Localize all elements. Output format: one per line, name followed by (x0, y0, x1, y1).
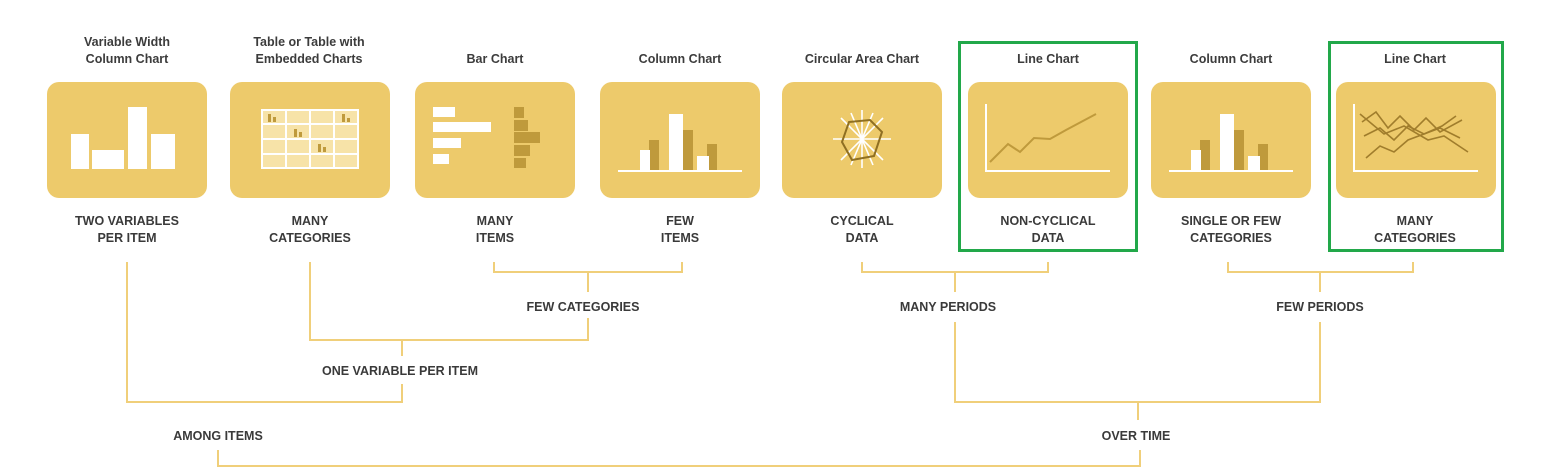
line-chart-icon (985, 104, 1110, 172)
group-label-over-time: OVER TIME (1101, 429, 1171, 443)
column-chart-icon (1169, 114, 1293, 172)
chart-title: Bar Chart (466, 52, 524, 66)
column-chart-tile (600, 82, 760, 198)
variable-width-column-chart-tile (47, 82, 207, 198)
circular-area-chart-icon (833, 110, 891, 168)
multi-line-chart-icon (1353, 104, 1478, 172)
category-label: MANY CATEGORIES (1374, 214, 1456, 245)
chart-title: Column Chart (1189, 52, 1273, 66)
group-label-one-variable-per-item: ONE VARIABLE PER ITEM (321, 364, 479, 378)
category-label: CYCLICAL DATA (830, 214, 894, 245)
chart-title: Line Chart (1384, 52, 1446, 66)
group-label-among-items: AMONG ITEMS (173, 429, 263, 443)
category-label: MANY CATEGORIES (269, 214, 351, 245)
column-chart-icon (618, 114, 742, 172)
line-chart-tile (968, 82, 1128, 198)
table-chart-tile (230, 82, 390, 198)
multi-line-chart-tile (1336, 82, 1496, 198)
group-label-few-categories: FEW CATEGORIES (526, 300, 640, 314)
variable-width-column-chart-icon (71, 107, 175, 169)
group-label-many-periods: MANY PERIODS (899, 300, 997, 314)
category-label: TWO VARIABLES PER ITEM (75, 214, 179, 245)
chart-title: Circular Area Chart (804, 52, 920, 66)
table-with-embedded-charts-icon (261, 109, 359, 169)
category-label: MANY ITEMS (475, 214, 515, 245)
category-label: NON-CYCLICAL DATA (1000, 214, 1096, 245)
column-chart-tile (1151, 82, 1311, 198)
category-label: FEW ITEMS (660, 214, 700, 245)
bar-chart-icon (433, 107, 540, 168)
circular-area-chart-tile (782, 82, 942, 198)
chart-title: Table or Table with Embedded Charts (253, 35, 365, 66)
chart-title: Line Chart (1017, 52, 1079, 66)
group-label-few-periods: FEW PERIODS (1276, 300, 1364, 314)
bar-chart-tile (415, 82, 575, 198)
chart-title: Variable Width Column Chart (83, 35, 171, 66)
category-label: SINGLE OR FEW CATEGORIES (1181, 214, 1281, 245)
chart-title: Column Chart (638, 52, 722, 66)
